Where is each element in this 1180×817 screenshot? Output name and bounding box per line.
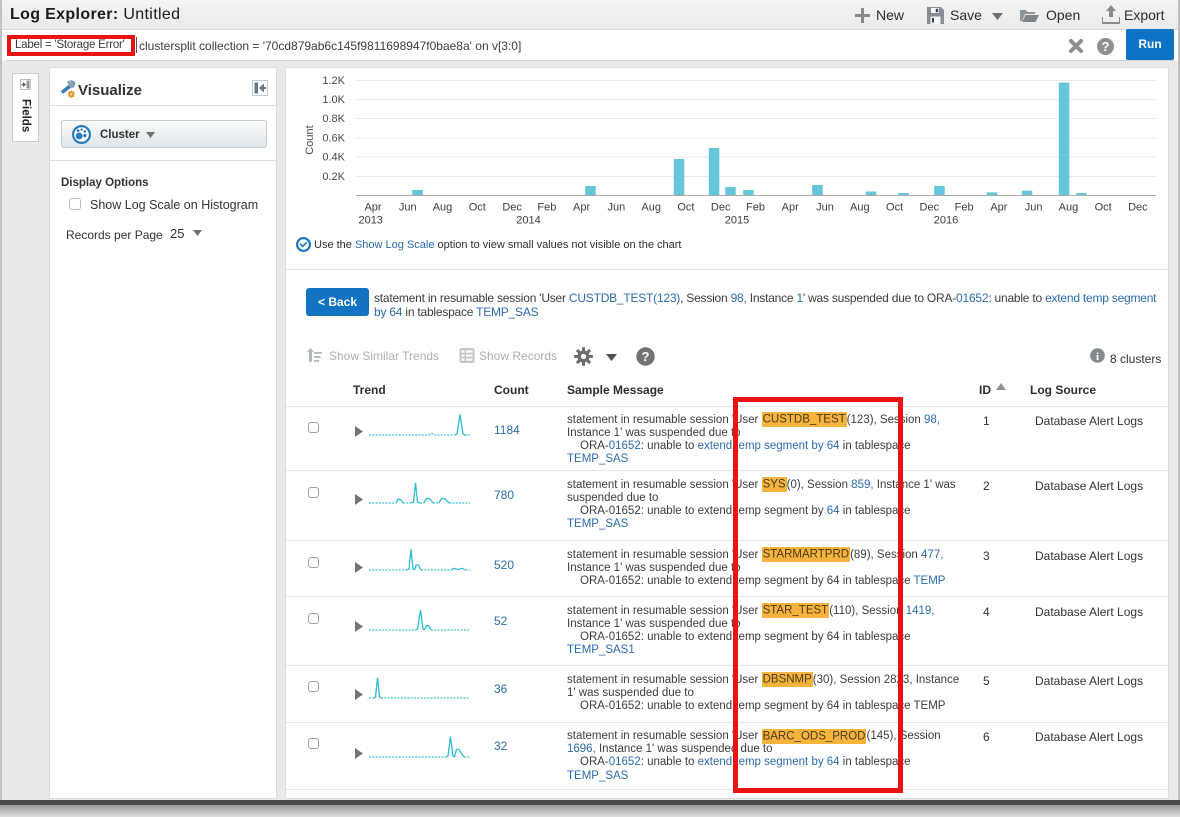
svg-text:Dec: Dec — [502, 202, 522, 214]
svg-text:Feb: Feb — [955, 202, 974, 214]
svg-text:2013: 2013 — [358, 215, 382, 227]
svg-text:i: i — [1096, 351, 1099, 363]
svg-text:Oct: Oct — [677, 202, 694, 214]
svg-text:Aug: Aug — [1059, 202, 1079, 214]
svg-text:?: ? — [1102, 39, 1110, 54]
svg-text:0.6K: 0.6K — [322, 132, 345, 144]
svg-text:Aug: Aug — [433, 202, 453, 214]
svg-text:Feb: Feb — [537, 202, 556, 214]
svg-text:Apr: Apr — [364, 202, 381, 214]
svg-text:0.2K: 0.2K — [322, 171, 345, 183]
svg-text:1.0K: 1.0K — [322, 94, 345, 106]
svg-text:Oct: Oct — [469, 202, 486, 214]
svg-text:Dec: Dec — [711, 202, 731, 214]
svg-text:?: ? — [642, 349, 650, 364]
svg-text:Aug: Aug — [850, 202, 870, 214]
svg-text:Feb: Feb — [746, 202, 765, 214]
svg-text:1.2K: 1.2K — [322, 75, 345, 87]
svg-text:Apr: Apr — [573, 202, 590, 214]
svg-text:Oct: Oct — [1095, 202, 1112, 214]
svg-text:Jun: Jun — [399, 202, 417, 214]
svg-text:Oct: Oct — [886, 202, 903, 214]
svg-text:0.4K: 0.4K — [322, 152, 345, 164]
svg-text:2015: 2015 — [725, 215, 749, 227]
svg-text:Jun: Jun — [1025, 202, 1043, 214]
svg-text:0.8K: 0.8K — [322, 113, 345, 125]
svg-text:Apr: Apr — [990, 202, 1007, 214]
svg-text:Apr: Apr — [782, 202, 799, 214]
svg-text:Count: Count — [304, 125, 316, 154]
svg-text:Dec: Dec — [920, 202, 940, 214]
svg-text:Jun: Jun — [816, 202, 834, 214]
svg-text:Dec: Dec — [1128, 202, 1148, 214]
svg-text:2014: 2014 — [516, 215, 540, 227]
svg-text:2016: 2016 — [934, 215, 958, 227]
svg-text:Jun: Jun — [608, 202, 626, 214]
svg-text:Aug: Aug — [641, 202, 661, 214]
